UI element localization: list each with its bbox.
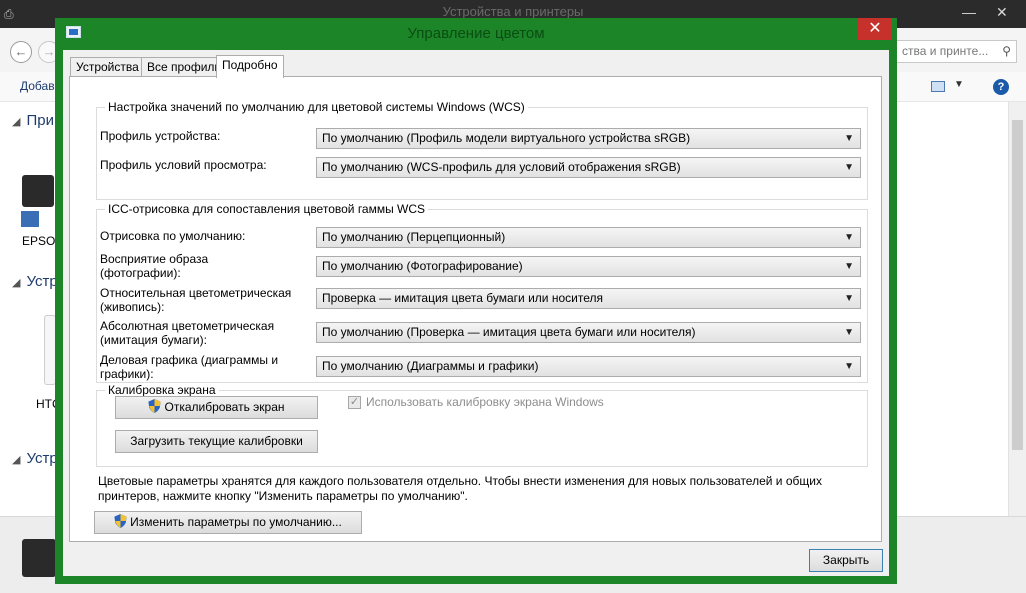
tab-devices[interactable]: Устройства	[70, 57, 145, 77]
calibrate-display-label: Откалибровать экран	[164, 400, 285, 414]
business-graphics-select[interactable]: По умолчанию (Диаграммы и графики) ▼	[316, 356, 861, 377]
chevron-down-icon: ◢	[12, 454, 21, 466]
chevron-down-icon: ▼	[844, 361, 854, 372]
dialog-body: Устройства Все профили Подробно Настройк…	[63, 50, 889, 576]
perceptual-value: По умолчанию (Фотографирование)	[322, 259, 523, 273]
printer-device-icon[interactable]	[22, 175, 54, 207]
use-windows-calibration-label: Использовать калибровку экрана Windows	[366, 395, 604, 409]
users-badge-icon	[20, 210, 40, 228]
dialog-titlebar[interactable]: Управление цветом ✕	[55, 18, 897, 50]
perceptual-select[interactable]: По умолчанию (Фотографирование) ▼	[316, 256, 861, 277]
wcs-defaults-group: Настройка значений по умолчанию для цвет…	[96, 100, 868, 200]
default-rendering-select[interactable]: По умолчанию (Перцепционный) ▼	[316, 227, 861, 248]
scrollbar[interactable]	[1008, 102, 1026, 516]
dialog-title: Управление цветом	[407, 25, 545, 42]
relative-colorimetric-label: Относительная цветометрическая (живопись…	[100, 286, 292, 314]
calibrate-display-button[interactable]: Откалибровать экран	[115, 396, 318, 419]
business-graphics-label: Деловая графика (диаграммы и графики):	[100, 353, 279, 381]
viewing-conditions-value: По умолчанию (WCS-профиль для условий от…	[322, 160, 681, 174]
chevron-down-icon: ▼	[844, 232, 854, 243]
add-device-button[interactable]: Добав	[20, 79, 55, 93]
icc-group-title: ICC-отрисовка для сопоставления цветовой…	[105, 202, 429, 216]
default-rendering-value: По умолчанию (Перцепционный)	[322, 230, 506, 244]
absolute-colorimetric-select[interactable]: По умолчанию (Проверка — имитация цвета …	[316, 322, 861, 343]
perceptual-label: Восприятие образа (фотографии):	[100, 252, 209, 280]
chevron-down-icon: ▼	[844, 162, 854, 173]
absolute-colorimetric-value: По умолчанию (Проверка — имитация цвета …	[322, 325, 696, 339]
close-icon: ✕	[868, 20, 882, 37]
close-icon[interactable]: ✕	[996, 4, 1008, 21]
view-options-icon[interactable]	[931, 81, 945, 92]
business-graphics-value: По умолчанию (Диаграммы и графики)	[322, 359, 539, 373]
chevron-down-icon: ◢	[12, 116, 21, 128]
chevron-down-icon: ▼	[844, 261, 854, 272]
search-icon: ⚲	[1002, 44, 1011, 58]
chevron-down-icon[interactable]: ▼	[954, 79, 964, 90]
minimize-icon[interactable]: —	[962, 4, 976, 20]
viewing-conditions-label: Профиль условий просмотра:	[100, 158, 267, 172]
printer-device-icon	[22, 539, 56, 577]
chevron-down-icon: ◢	[12, 277, 21, 289]
uac-shield-icon	[114, 514, 127, 528]
search-input-text: ства и принте...	[902, 44, 989, 58]
settings-note: Цветовые параметры хранятся для каждого …	[98, 474, 822, 503]
change-defaults-button[interactable]: Изменить параметры по умолчанию...	[94, 511, 362, 534]
chevron-down-icon: ▼	[844, 327, 854, 338]
chevron-down-icon: ▼	[844, 133, 854, 144]
default-rendering-label: Отрисовка по умолчанию:	[100, 229, 246, 243]
absolute-colorimetric-label: Абсолютная цветометрическая (имитация бу…	[100, 319, 275, 347]
color-management-dialog: Управление цветом ✕ Устройства Все профи…	[55, 18, 897, 584]
scrollbar-thumb[interactable]	[1012, 120, 1023, 450]
uac-shield-icon	[148, 399, 162, 413]
reload-calibrations-button[interactable]: Загрузить текущие калибровки	[115, 430, 318, 453]
checkmark-icon: ✓	[349, 396, 360, 408]
relative-colorimetric-value: Проверка — имитация цвета бумаги или нос…	[322, 291, 603, 305]
close-window-button[interactable]: ✕	[858, 18, 892, 40]
back-button[interactable]: ←	[10, 41, 32, 63]
wcs-group-title: Настройка значений по умолчанию для цвет…	[105, 100, 528, 114]
background-window-title: Устройства и принтеры	[442, 4, 584, 19]
help-icon[interactable]: ?	[993, 79, 1009, 95]
group-heading-devices-2[interactable]: ◢ Устр	[12, 450, 58, 467]
change-defaults-label: Изменить параметры по умолчанию...	[130, 515, 342, 529]
tab-advanced[interactable]: Подробно	[216, 55, 284, 78]
relative-colorimetric-select[interactable]: Проверка — имитация цвета бумаги или нос…	[316, 288, 861, 309]
close-button[interactable]: Закрыть	[809, 549, 883, 572]
tab-panel-advanced: Настройка значений по умолчанию для цвет…	[69, 76, 882, 542]
device-profile-label: Профиль устройства:	[100, 129, 221, 143]
calibration-group-title: Калибровка экрана	[105, 383, 219, 397]
device-profile-value: По умолчанию (Профиль модели виртуальног…	[322, 131, 691, 145]
use-windows-calibration-checkbox[interactable]: ✓	[348, 396, 361, 409]
chevron-down-icon: ▼	[844, 293, 854, 304]
search-input[interactable]: ства и принте... ⚲	[895, 40, 1017, 63]
device-profile-select[interactable]: По умолчанию (Профиль модели виртуальног…	[316, 128, 861, 149]
viewing-conditions-select[interactable]: По умолчанию (WCS-профиль для условий от…	[316, 157, 861, 178]
group-heading-devices[interactable]: ◢ Устр	[12, 273, 58, 290]
tab-all-profiles[interactable]: Все профили	[141, 57, 228, 77]
